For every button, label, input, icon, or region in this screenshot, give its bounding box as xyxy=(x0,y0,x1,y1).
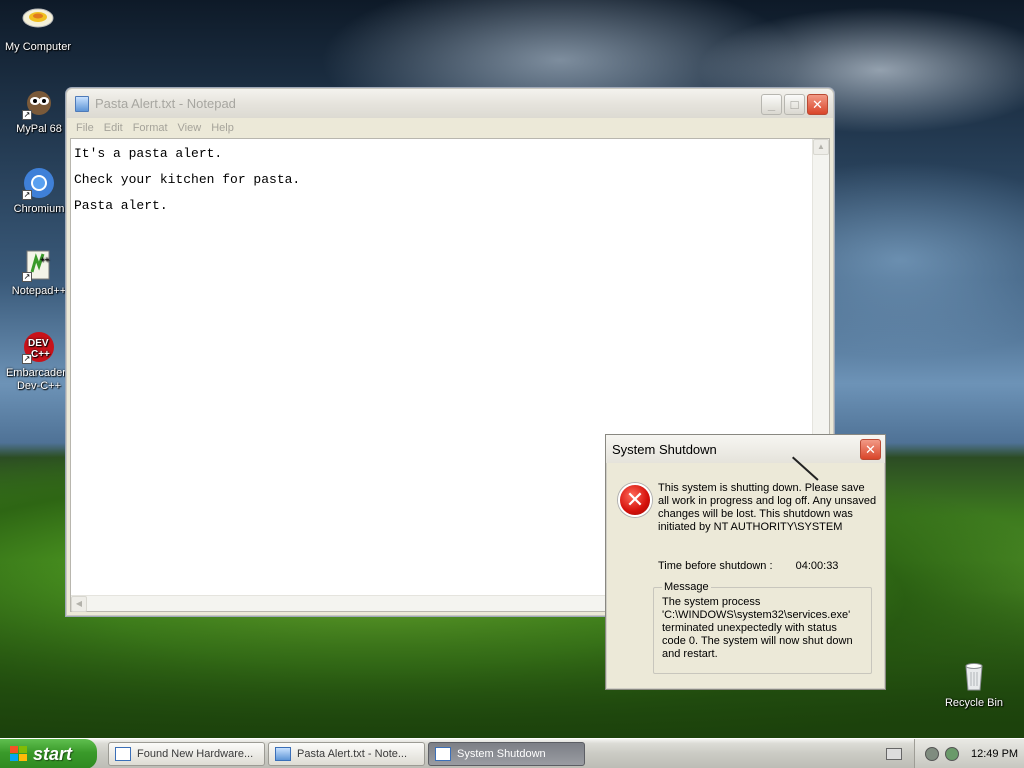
menu-edit[interactable]: Edit xyxy=(99,122,128,134)
dialog-title: System Shutdown xyxy=(612,441,717,457)
windows-logo-icon xyxy=(10,746,28,762)
system-tray: 12:49 PM xyxy=(914,739,1024,768)
network-icon[interactable] xyxy=(925,747,939,761)
desktop-icon-label: My Computer xyxy=(4,41,72,53)
taskbar: start Found New Hardware... Pasta Alert.… xyxy=(0,738,1024,768)
menu-help[interactable]: Help xyxy=(206,122,239,134)
shortcut-arrow-icon: ↗ xyxy=(22,354,32,364)
menu-view[interactable]: View xyxy=(173,122,207,134)
shortcut-arrow-icon: ↗ xyxy=(22,110,32,120)
notepad-icon xyxy=(75,95,89,112)
countdown-value: 04:00:33 xyxy=(795,560,839,572)
shortcut-arrow-icon: ↗ xyxy=(22,272,32,282)
error-icon: ✕ xyxy=(618,483,652,517)
mypal-browser-icon: ↗ xyxy=(22,86,56,120)
chromium-icon: ↗ xyxy=(22,166,56,200)
security-icon[interactable] xyxy=(945,747,959,761)
taskbar-button-notepad[interactable]: Pasta Alert.txt - Note... xyxy=(268,742,425,766)
text-line: It's a pasta alert. xyxy=(74,146,223,161)
svg-text:C++: C++ xyxy=(31,349,50,360)
svg-text:DEV: DEV xyxy=(28,338,49,349)
dev-cpp-icon: DEV C++ ↗ xyxy=(22,330,56,364)
message-group-label: Message xyxy=(664,581,709,593)
shutdown-message: This system is shutting down. Please sav… xyxy=(658,482,877,533)
recycle-bin-icon xyxy=(957,660,991,694)
message-group-text: The system process 'C:\WINDOWS\system32\… xyxy=(662,596,853,660)
menu-file[interactable]: File xyxy=(71,122,99,134)
clock[interactable]: 12:49 PM xyxy=(971,748,1018,760)
notepad-plus-plus-icon: ++ ↗ xyxy=(22,248,56,282)
menu-format[interactable]: Format xyxy=(128,122,173,134)
message-group: Message The system process 'C:\WINDOWS\s… xyxy=(653,581,872,674)
dialog-close-button[interactable]: ✕ xyxy=(860,439,881,460)
desktop-icon-my-computer[interactable]: My Computer xyxy=(0,4,76,54)
desktop-icon-recycle-bin[interactable]: Recycle Bin xyxy=(936,660,1012,710)
notepad-icon xyxy=(275,747,291,761)
taskbar-button-label: Found New Hardware... xyxy=(137,748,254,760)
keyboard-icon[interactable] xyxy=(886,748,902,760)
scroll-up-icon[interactable]: ▲ xyxy=(813,139,829,155)
taskbar-button-label: Pasta Alert.txt - Note... xyxy=(297,748,408,760)
window-icon xyxy=(435,747,451,761)
text-line: Pasta alert. xyxy=(74,198,168,213)
scroll-left-icon[interactable]: ◀ xyxy=(71,596,87,612)
window-title: Pasta Alert.txt - Notepad xyxy=(95,96,236,111)
window-icon xyxy=(115,747,131,761)
shortcut-arrow-icon: ↗ xyxy=(22,190,32,200)
my-computer-icon xyxy=(21,4,55,38)
system-shutdown-dialog[interactable]: System Shutdown ✕ ✕ This system is shutt… xyxy=(605,434,886,690)
text-line: Check your kitchen for pasta. xyxy=(74,172,301,187)
taskbar-button-system-shutdown[interactable]: System Shutdown xyxy=(428,742,585,766)
shutdown-countdown: Time before shutdown : 04:00:33 xyxy=(658,560,838,572)
dialog-titlebar[interactable]: System Shutdown ✕ xyxy=(606,435,885,463)
taskbar-button-found-new-hardware[interactable]: Found New Hardware... xyxy=(108,742,265,766)
start-label: start xyxy=(33,743,73,764)
taskbar-button-label: System Shutdown xyxy=(457,748,546,760)
desktop-icon-label: Recycle Bin xyxy=(944,697,1004,709)
maximize-button[interactable]: □ xyxy=(784,94,805,115)
start-button[interactable]: start xyxy=(0,739,97,768)
countdown-label: Time before shutdown : xyxy=(658,560,773,572)
menu-bar: File Edit Format View Help xyxy=(67,118,833,138)
notepad-titlebar[interactable]: Pasta Alert.txt - Notepad _ □ ✕ xyxy=(67,89,833,118)
minimize-button[interactable]: _ xyxy=(761,94,782,115)
svg-text:++: ++ xyxy=(40,255,50,264)
close-button[interactable]: ✕ xyxy=(807,94,828,115)
